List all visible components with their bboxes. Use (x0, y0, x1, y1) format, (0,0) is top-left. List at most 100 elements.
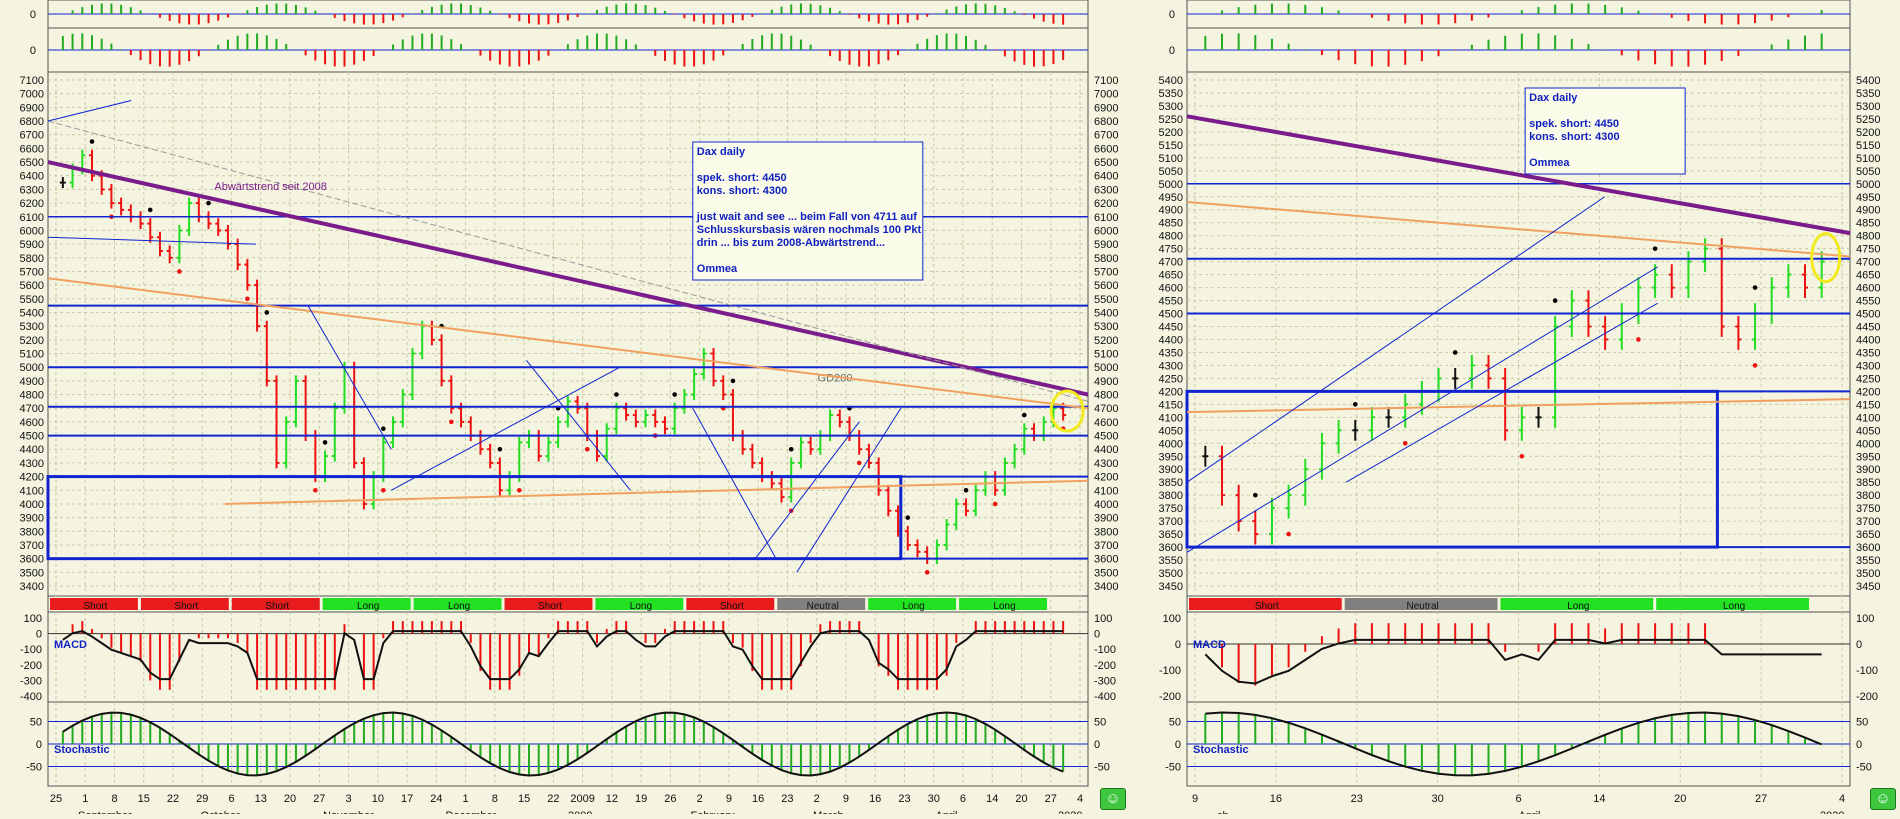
price-tick-label: 3550 (1856, 555, 1880, 567)
price-tick-label: 5250 (1159, 114, 1183, 126)
price-tick-label: 7000 (1094, 89, 1118, 101)
price-tick-label: 7000 (20, 89, 44, 101)
day-tick-label: 30 (928, 793, 940, 805)
swing-low-marker (924, 570, 930, 575)
swing-high-marker (730, 378, 736, 384)
price-tick-label: 3900 (1856, 464, 1880, 476)
price-tick-label: 3950 (1856, 451, 1880, 463)
month-tick-label: 2020 (1820, 810, 1844, 814)
month-tick-label: 2020 (1058, 810, 1082, 814)
price-tick-label: 5350 (1159, 88, 1183, 100)
swing-high-marker (672, 392, 677, 397)
price-tick-label: 5100 (1159, 153, 1183, 165)
swing-high-marker (497, 446, 503, 452)
month-tick-label: April (936, 810, 958, 814)
price-tick-label: 3550 (1159, 555, 1183, 567)
price-tick-label: 6600 (20, 143, 44, 155)
price-tick-label: 3750 (1159, 503, 1183, 515)
smiley-face-icon[interactable]: ☺ (1870, 788, 1896, 810)
macd-label: MACD (54, 639, 87, 651)
swing-high-marker (264, 310, 270, 315)
price-tick-label: 4400 (1856, 334, 1880, 346)
day-tick-label: 6 (228, 793, 234, 805)
price-tick-label: 3500 (1094, 567, 1118, 579)
price-tick-label: 6900 (20, 102, 44, 114)
swing-high-marker (614, 392, 619, 397)
regime-label: Short (265, 601, 289, 612)
regime-label: Long (357, 601, 379, 612)
swing-high-marker (1552, 298, 1558, 303)
price-tick-label: 5200 (1159, 127, 1183, 139)
price-tick-label: 3600 (1094, 554, 1118, 566)
price-tick-label: 6100 (20, 212, 44, 224)
price-tick-label: 4400 (20, 444, 44, 456)
price-tick-label: 3900 (1094, 513, 1118, 525)
day-tick-label: 16 (752, 793, 764, 805)
price-tick-label: 3900 (20, 513, 44, 525)
price-tick-label: 6400 (1094, 171, 1118, 183)
price-tick-label: 4650 (1856, 270, 1880, 282)
price-tick-label: 4800 (1094, 390, 1118, 402)
month-tick-label: September (78, 810, 132, 814)
swing-low-marker (992, 501, 998, 507)
price-tick-label: 5050 (1159, 166, 1183, 178)
swing-high-marker (1452, 350, 1458, 355)
macd-tick-label: -100 (1094, 644, 1116, 656)
price-tick-label: 4500 (1856, 309, 1880, 321)
macd-label: MACD (1193, 639, 1226, 651)
macd-tick-label: -200 (1094, 660, 1116, 672)
price-tick-label: 6500 (20, 157, 44, 169)
price-tick-label: 3850 (1856, 477, 1880, 489)
macd-tick-label: -200 (1856, 691, 1878, 703)
month-tick-label: October (201, 810, 240, 814)
price-tick-label: 3800 (1856, 490, 1880, 502)
day-tick-label: 1 (82, 793, 88, 805)
swing-low-marker (313, 487, 318, 493)
price-tick-label: 5800 (20, 253, 44, 265)
price-tick-label: 4250 (1159, 373, 1183, 385)
price-tick-label: 5200 (1856, 127, 1880, 139)
price-tick-label: 3800 (1094, 526, 1118, 538)
price-tick-label: 4800 (1856, 231, 1880, 243)
swing-high-marker (963, 487, 969, 493)
day-tick-label: 4 (1839, 793, 1845, 805)
price-tick-label: 6600 (1094, 143, 1118, 155)
price-tick-label: 3400 (1094, 581, 1118, 593)
price-tick-label: 7100 (1094, 75, 1118, 87)
smiley-face-icon[interactable]: ☺ (1100, 788, 1126, 810)
day-tick-label: 8 (492, 793, 498, 805)
price-tick-label: 5100 (1094, 349, 1118, 361)
day-tick-label: 23 (781, 793, 793, 805)
macd-tick-label: 100 (1163, 613, 1181, 625)
price-tick-label: 4550 (1159, 296, 1183, 308)
price-tick-label: 6100 (1094, 212, 1118, 224)
price-tick-label: 3500 (20, 567, 44, 579)
swing-low-marker (1519, 453, 1525, 459)
price-tick-label: 4600 (1094, 417, 1118, 429)
swing-high-marker (1021, 412, 1027, 418)
price-tick-label: 4850 (1159, 218, 1183, 230)
price-tick-label: 5700 (1094, 266, 1118, 278)
macd-tick-label: -400 (1094, 691, 1116, 703)
price-tick-label: 3450 (1159, 581, 1183, 593)
price-tick-label: 3500 (1159, 568, 1183, 580)
day-tick-label: 22 (547, 793, 559, 805)
day-tick-label: 29 (196, 793, 208, 805)
day-tick-label: 12 (606, 793, 618, 805)
swing-high-marker (322, 440, 328, 445)
price-tick-label: 4100 (20, 485, 44, 497)
price-tick-label: 3700 (1094, 540, 1118, 552)
price-tick-label: 3500 (1856, 568, 1880, 580)
day-tick-label: 16 (1270, 793, 1282, 805)
price-tick-label: 4800 (1159, 231, 1183, 243)
dax-chart-screen: 7100 7100 7000 7000 6900 6900 6800 6800 6700 6700… (0, 0, 1900, 819)
price-tick-label: 4200 (1094, 472, 1118, 484)
price-tick-label: 6800 (1094, 116, 1118, 128)
price-tick-label: 5050 (1856, 166, 1880, 178)
swing-high-marker (206, 200, 211, 206)
price-tick-label: 5300 (1159, 101, 1183, 113)
price-tick-label: 3650 (1159, 529, 1183, 541)
price-tick-label: 5150 (1159, 140, 1183, 152)
day-tick-label: 3 (346, 793, 352, 805)
day-tick-label: 30 (1432, 793, 1444, 805)
